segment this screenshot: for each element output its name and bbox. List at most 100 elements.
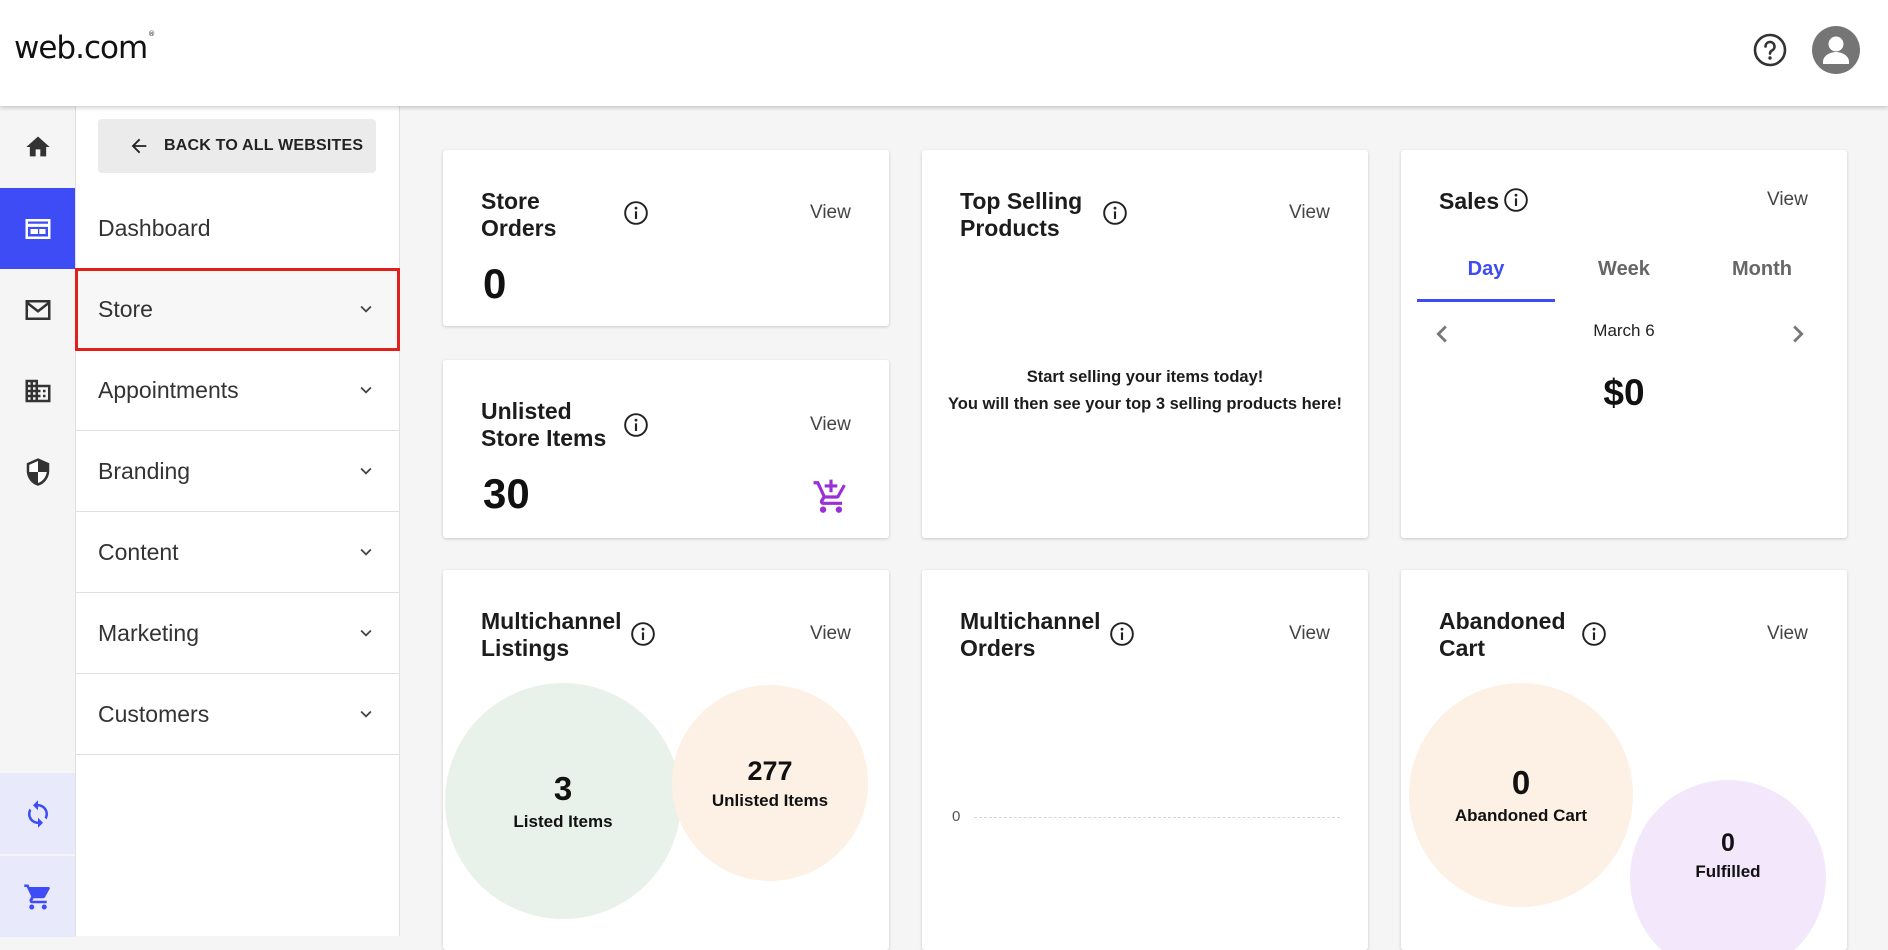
home-icon — [25, 136, 50, 156]
shield-icon — [26, 457, 49, 486]
chart-axis-zero-label: 0 — [952, 808, 961, 825]
card-title-line: Store Items — [481, 425, 607, 451]
nav-item-label: Content — [98, 538, 179, 565]
add-shopping-cart-icon — [813, 479, 846, 513]
card-title-line: Orders — [960, 635, 1036, 661]
info-icon[interactable] — [1109, 621, 1135, 647]
info-icon[interactable] — [623, 412, 649, 438]
nav-item-label: Customers — [98, 700, 210, 727]
view-link[interactable]: View — [1767, 189, 1808, 211]
store-orders-card: Store Orders View 0 — [443, 150, 889, 326]
rail-security[interactable] — [0, 431, 75, 512]
card-title-line: Multichannel — [481, 608, 622, 634]
chevron-down-icon — [360, 629, 372, 637]
unlisted-items-bubble: 277 Unlisted Items — [672, 685, 868, 881]
listed-items-count: 3 — [553, 770, 573, 807]
tab-month[interactable]: Month — [1693, 248, 1831, 302]
website-icon — [25, 218, 50, 239]
sales-card: Sales View Day Week Month March 6 $0 — [1401, 150, 1847, 538]
chevron-down-icon — [360, 305, 372, 313]
info-icon[interactable] — [1581, 621, 1607, 647]
rail-website[interactable] — [0, 188, 75, 269]
icon-rail — [0, 106, 76, 937]
card-title-line: Unlisted — [481, 398, 572, 424]
nav-item-appointments[interactable]: Appointments — [76, 350, 399, 431]
card-title: Store Orders — [481, 188, 556, 242]
nav-item-content[interactable]: Content — [76, 512, 399, 593]
building-icon — [25, 379, 50, 402]
cart-icon — [23, 884, 50, 909]
chevron-down-icon — [360, 386, 372, 394]
avatar[interactable] — [1812, 26, 1860, 74]
fulfilled-bubble: 0 Fulfilled — [1630, 780, 1826, 950]
view-link[interactable]: View — [810, 202, 851, 224]
empty-message-line: You will then see your top 3 selling pro… — [948, 395, 1342, 413]
logo-text: web.com — [14, 30, 148, 66]
logo[interactable]: web.com® — [14, 30, 155, 66]
tab-day[interactable]: Day — [1417, 248, 1555, 302]
info-icon[interactable] — [1102, 200, 1128, 226]
sync-icon — [27, 799, 48, 828]
logo-registered-mark: ® — [148, 30, 155, 38]
top-selling-products-card: Top Selling Products View Start selling … — [922, 150, 1368, 538]
card-title-line: Abandoned — [1439, 608, 1566, 634]
rail-sync[interactable] — [0, 773, 75, 854]
back-button-label: BACK TO ALL WEBSITES — [164, 137, 364, 154]
view-link[interactable]: View — [810, 414, 851, 436]
info-icon[interactable] — [623, 200, 649, 226]
card-title: Abandoned Cart — [1439, 608, 1566, 662]
multichannel-orders-card: Multichannel Orders View 0 — [922, 570, 1368, 950]
help-circle-icon[interactable] — [1752, 32, 1788, 68]
abandoned-cart-bubble: 0 Abandoned Cart — [1409, 683, 1633, 907]
view-link[interactable]: View — [1289, 202, 1330, 224]
info-icon[interactable] — [1503, 187, 1529, 213]
card-title-line: Products — [960, 215, 1060, 241]
chevron-down-icon — [360, 467, 372, 475]
card-title-line: Top Selling — [960, 188, 1083, 214]
top-header: web.com® — [0, 0, 1888, 106]
rail-mail[interactable] — [0, 269, 75, 350]
tab-week[interactable]: Week — [1555, 248, 1693, 302]
sales-period-tabs: Day Week Month — [1417, 248, 1831, 302]
info-icon[interactable] — [630, 621, 656, 647]
rail-home[interactable] — [0, 106, 75, 187]
abandoned-cart-label: Abandoned Cart — [1454, 806, 1588, 825]
nav-item-label: Appointments — [98, 376, 239, 403]
nav-item-label: Dashboard — [98, 215, 211, 241]
back-to-all-websites-button[interactable]: BACK TO ALL WEBSITES — [98, 119, 376, 173]
nav-item-customers[interactable]: Customers — [76, 674, 399, 755]
fulfilled-label: Fulfilled — [1695, 861, 1761, 881]
unlisted-items-count: 30 — [483, 470, 530, 517]
chevron-down-icon — [360, 548, 372, 556]
rail-building[interactable] — [0, 350, 75, 431]
card-title: Sales — [1439, 188, 1500, 214]
nav-item-dashboard[interactable]: Dashboard — [76, 188, 399, 269]
unlisted-items-label: Unlisted Items — [711, 790, 829, 810]
chart-baseline — [974, 817, 1340, 818]
nav-item-marketing[interactable]: Marketing — [76, 593, 399, 674]
card-title: Unlisted Store Items — [481, 398, 606, 452]
view-link[interactable]: View — [810, 623, 851, 645]
person-icon — [1823, 36, 1849, 64]
unlisted-store-items-card: Unlisted Store Items View 30 — [443, 360, 889, 538]
unlisted-items-count: 277 — [747, 755, 793, 786]
card-title-line: Multichannel — [960, 608, 1101, 634]
nav-item-store[interactable]: Store — [75, 268, 400, 351]
rail-cart[interactable] — [0, 856, 75, 937]
empty-state-message: Start selling your items today! You will… — [922, 364, 1368, 418]
abandoned-cart-count: 0 — [1511, 764, 1531, 801]
multichannel-listings-card: Multichannel Listings View 3 Listed Item… — [443, 570, 889, 950]
card-title-line: Cart — [1439, 635, 1486, 661]
listed-items-bubble: 3 Listed Items — [445, 683, 681, 919]
view-link[interactable]: View — [1767, 623, 1808, 645]
mail-icon — [25, 299, 50, 320]
nav-item-label: Store — [98, 295, 153, 322]
nav-item-label: Marketing — [98, 619, 199, 646]
fulfilled-count: 0 — [1721, 828, 1735, 857]
card-title: Multichannel Listings — [481, 608, 622, 662]
nav-item-branding[interactable]: Branding — [76, 431, 399, 512]
chevron-right-icon[interactable] — [1781, 317, 1815, 351]
view-link[interactable]: View — [1289, 623, 1330, 645]
card-title-line: Store — [481, 188, 540, 214]
empty-message-line: Start selling your items today! — [1026, 368, 1264, 386]
